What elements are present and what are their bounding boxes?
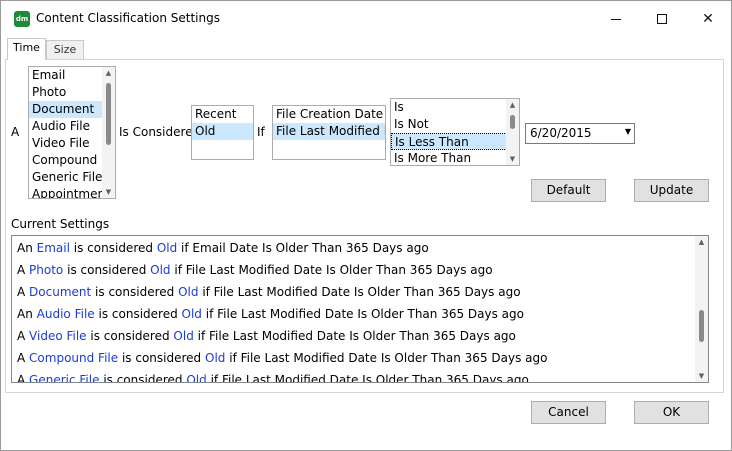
scroll-up-icon[interactable]: ▲: [506, 99, 519, 111]
file-type-link[interactable]: Email: [37, 241, 70, 255]
close-button[interactable]: ✕: [685, 1, 731, 37]
list-item[interactable]: Is More Than: [391, 150, 519, 165]
list-item[interactable]: A Photo is considered Old if File Last M…: [17, 263, 493, 277]
update-button[interactable]: Update: [634, 179, 709, 202]
content-classification-window: dm Content Classification Settings ✕ Tim…: [0, 0, 732, 451]
state-link[interactable]: Old: [205, 351, 225, 365]
file-type-link[interactable]: Compound File: [29, 351, 118, 365]
list-item[interactable]: Recent: [192, 106, 253, 123]
minimize-button[interactable]: [593, 1, 639, 37]
file-type-list[interactable]: Email Photo Document Audio File Video Fi…: [28, 66, 116, 199]
scroll-down-icon[interactable]: ▼: [695, 370, 708, 382]
scroll-thumb[interactable]: [699, 310, 704, 342]
chevron-down-icon[interactable]: ▼: [625, 127, 631, 136]
maximize-icon: [657, 14, 667, 24]
list-item[interactable]: Is: [391, 99, 519, 116]
minimize-icon: [611, 18, 621, 20]
state-link[interactable]: Old: [173, 329, 193, 343]
state-link[interactable]: Old: [157, 241, 177, 255]
list-item[interactable]: File Last Modified Da: [273, 123, 385, 140]
maximize-button[interactable]: [639, 1, 685, 37]
list-item[interactable]: An Email is considered Old if Email Date…: [17, 241, 429, 255]
current-settings-label: Current Settings: [11, 217, 110, 231]
window-title: Content Classification Settings: [36, 11, 220, 25]
scroll-down-icon[interactable]: ▼: [102, 186, 115, 198]
cancel-button[interactable]: Cancel: [531, 401, 606, 424]
date-picker[interactable]: 6/20/2015 ▼: [525, 123, 635, 144]
list-item[interactable]: An Audio File is considered Old if File …: [17, 307, 524, 321]
default-button[interactable]: Default: [531, 179, 606, 202]
date-value: 6/20/2015: [530, 126, 592, 140]
list-item[interactable]: File Creation Date: [273, 106, 385, 123]
file-type-link[interactable]: Generic File: [29, 373, 99, 382]
app-logo-icon: dm: [14, 11, 30, 27]
scroll-thumb[interactable]: [510, 115, 515, 129]
file-type-link[interactable]: Document: [29, 285, 91, 299]
scroll-thumb[interactable]: [106, 83, 111, 145]
age-state-list[interactable]: Recent Old: [191, 105, 254, 160]
date-field-list[interactable]: File Creation Date File Last Modified Da: [272, 105, 386, 160]
comparison-list[interactable]: Is Is Not Is Less Than Is More Than ▲ ▼: [390, 98, 520, 166]
is-considered-label: Is Considered: [119, 125, 201, 139]
state-link[interactable]: Old: [150, 263, 170, 277]
scroll-down-icon[interactable]: ▼: [506, 153, 519, 165]
file-type-link[interactable]: Audio File: [37, 307, 95, 321]
list-item[interactable]: Is Less Than: [391, 133, 519, 150]
list-item[interactable]: Is Not: [391, 116, 519, 133]
state-link[interactable]: Old: [178, 285, 198, 299]
tab-size[interactable]: Size: [46, 40, 84, 60]
state-link[interactable]: Old: [182, 307, 202, 321]
title-bar[interactable]: dm Content Classification Settings ✕: [1, 1, 731, 37]
current-settings-list[interactable]: An Email is considered Old if Email Date…: [11, 235, 709, 383]
list-item[interactable]: Old: [192, 123, 253, 140]
list-item[interactable]: A Document is considered Old if File Las…: [17, 285, 521, 299]
prefix-label: A: [11, 125, 20, 139]
scroll-up-icon[interactable]: ▲: [102, 67, 115, 79]
list-item[interactable]: A Compound File is considered Old if Fil…: [17, 351, 547, 365]
close-icon: ✕: [702, 11, 714, 27]
if-label: If: [257, 125, 265, 139]
state-link[interactable]: Old: [186, 373, 206, 382]
scroll-up-icon[interactable]: ▲: [695, 236, 708, 248]
tab-time[interactable]: Time: [7, 38, 46, 60]
list-item[interactable]: A Generic File is considered Old if File…: [17, 373, 529, 382]
comparison-scrollbar[interactable]: ▲ ▼: [506, 99, 519, 165]
file-type-link[interactable]: Photo: [29, 263, 63, 277]
settings-scrollbar[interactable]: ▲ ▼: [695, 236, 708, 382]
ok-button[interactable]: OK: [634, 401, 709, 424]
file-type-scrollbar[interactable]: ▲ ▼: [102, 67, 115, 198]
list-item[interactable]: A Video File is considered Old if File L…: [17, 329, 516, 343]
file-type-link[interactable]: Video File: [29, 329, 87, 343]
